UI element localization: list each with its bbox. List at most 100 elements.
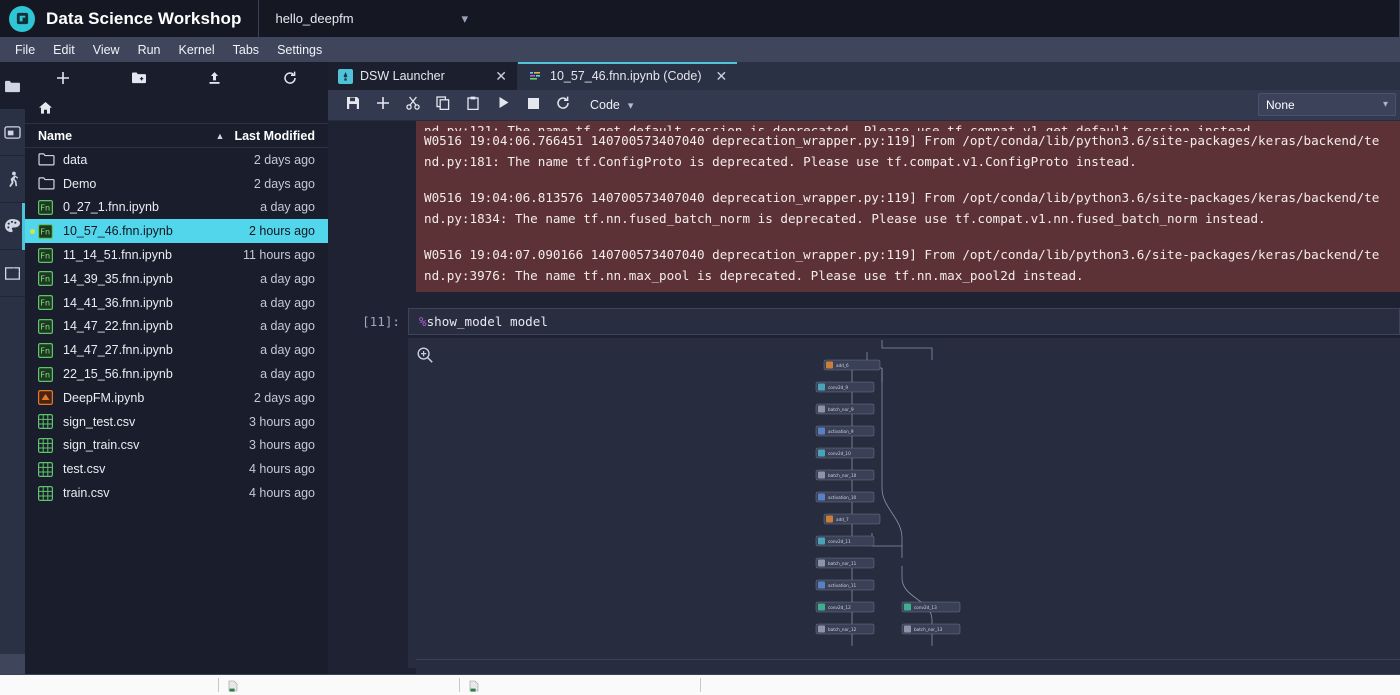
file-type-icon [38, 176, 55, 191]
warning-output-block: W0516 19:04:06.813576 140700573407040 de… [416, 178, 1400, 235]
svg-text:Fn: Fn [40, 346, 50, 355]
file-list-item[interactable]: Fn 11_14_51.fnn.ipynb 11 hours ago [25, 243, 328, 267]
file-name: 14_41_36.fnn.ipynb [63, 295, 173, 310]
file-list-item[interactable]: Demo 2 days ago [25, 172, 328, 196]
menu-item-file[interactable]: File [6, 40, 44, 60]
file-list-item[interactable]: Fn 10_57_46.fnn.ipynb 2 hours ago [25, 219, 328, 244]
copy-cell-button[interactable] [428, 90, 458, 121]
svg-text:Fn: Fn [40, 251, 50, 260]
main-area: DSW Launcher ✕ 10_57_46.fnn.ipynb (Code)… [328, 62, 1400, 675]
save-button[interactable] [338, 90, 368, 121]
restart-kernel-button[interactable] [548, 90, 578, 121]
file-list-item[interactable]: sign_test.csv 3 hours ago [25, 410, 328, 434]
file-list-item[interactable]: Fn 14_39_35.fnn.ipynb a day ago [25, 267, 328, 291]
warning-output-block: nd.py:121: The name tf.get_default_sessi… [416, 121, 1400, 178]
warning-line: nd.py:181: The name tf.ConfigProto is de… [424, 153, 1137, 169]
column-header-name[interactable]: Name [25, 129, 216, 143]
paste-cell-button[interactable] [458, 90, 488, 121]
upload-button[interactable] [177, 62, 253, 98]
svg-text:batch_nor_12: batch_nor_12 [828, 627, 857, 632]
close-icon[interactable]: ✕ [716, 68, 728, 85]
svg-text:Fn: Fn [40, 203, 50, 212]
new-folder-button[interactable] [101, 62, 177, 98]
chevron-down-icon[interactable]: ▾ [628, 99, 634, 112]
tab-notebook[interactable]: 10_57_46.fnn.ipynb (Code) ✕ [518, 62, 739, 90]
notebook-scroll-area[interactable]: nd.py:121: The name tf.get_default_sessi… [328, 121, 1400, 675]
column-header-last-modified[interactable]: Last Modified [234, 129, 328, 143]
warning-line-clipped: nd.py:121: The name tf.get_default_sessi… [424, 123, 1259, 131]
menu-item-tabs[interactable]: Tabs [224, 40, 268, 60]
menu-item-settings[interactable]: Settings [268, 40, 331, 60]
new-launcher-button[interactable] [25, 62, 101, 98]
file-list-item[interactable]: Fn 14_41_36.fnn.ipynb a day ago [25, 291, 328, 315]
taskbar-item-1[interactable] [219, 675, 247, 695]
kernel-status-label: None [1266, 97, 1295, 112]
file-list-item[interactable]: DeepFM.ipynb 2 days ago [25, 386, 328, 410]
tab-dsw-launcher[interactable]: DSW Launcher ✕ [328, 62, 518, 90]
rail-item-file-browser-top[interactable] [0, 62, 25, 109]
file-type-icon: Fn [38, 271, 55, 287]
close-icon[interactable]: ✕ [495, 68, 507, 85]
file-type-icon: Fn [38, 247, 55, 263]
svg-text:activation_10: activation_10 [828, 495, 856, 500]
plus-icon [376, 96, 390, 115]
file-name: DeepFM.ipynb [63, 390, 145, 405]
tab-label: DSW Launcher [360, 69, 445, 83]
rail-item-open-tabs[interactable] [0, 250, 25, 297]
rail-item-running-kernels[interactable] [0, 156, 25, 203]
cut-cell-button[interactable] [398, 90, 428, 121]
run-cell-button[interactable] [488, 90, 518, 121]
file-list-item[interactable]: train.csv 4 hours ago [25, 481, 328, 505]
file-modified: 4 hours ago [248, 486, 315, 501]
insert-cell-button[interactable] [368, 90, 398, 121]
running-person-icon [6, 171, 20, 188]
file-type-icon: Fn [38, 199, 55, 215]
menu-item-view[interactable]: View [84, 40, 129, 60]
refresh-button[interactable] [252, 62, 328, 98]
file-list-item[interactable]: Fn 22_15_56.fnn.ipynb a day ago [25, 362, 328, 386]
breadcrumb[interactable] [25, 98, 328, 123]
interrupt-kernel-button[interactable] [518, 90, 548, 121]
file-name: 0_27_1.fnn.ipynb [63, 200, 159, 215]
file-list-item[interactable]: Fn 14_47_27.fnn.ipynb a day ago [25, 338, 328, 362]
menu-item-run[interactable]: Run [129, 40, 170, 60]
menu-item-kernel[interactable]: Kernel [170, 40, 224, 60]
cell-prompt: [11]: [362, 314, 400, 329]
file-list-item[interactable]: Fn 14_47_22.fnn.ipynb a day ago [25, 315, 328, 339]
taskbar-item-2[interactable] [460, 675, 488, 695]
file-list-item[interactable]: data 2 days ago [25, 148, 328, 172]
magic-token: % [419, 314, 427, 329]
palette-icon [4, 218, 21, 234]
notebook-icon [528, 69, 543, 84]
dsw-window: Data Science Workshop hello_deepfm ▾ Fil… [0, 0, 1400, 695]
file-list-item[interactable]: test.csv 4 hours ago [25, 457, 328, 481]
notebook-toolbar: Code ▾ None ▾ [328, 90, 1400, 121]
rail-item-file-browser[interactable] [0, 109, 25, 156]
rail-item-palette[interactable] [0, 203, 25, 250]
chevron-down-icon: ▾ [1382, 99, 1388, 110]
app-title: Data Science Workshop [46, 8, 242, 28]
file-name: 14_39_35.fnn.ipynb [63, 271, 173, 286]
file-name: data [63, 152, 88, 167]
home-icon [38, 101, 53, 120]
file-list: data 2 days ago Demo 2 days ago Fn 0_27_1.fnn… [25, 148, 328, 505]
warning-line: W0516 19:04:06.766451 140700573407040 de… [424, 133, 1380, 148]
cell-type-value[interactable]: Code [590, 98, 620, 112]
file-type-icon [38, 390, 55, 406]
menu-item-edit[interactable]: Edit [44, 40, 84, 60]
sort-ascending-icon[interactable]: ▲ [216, 131, 225, 141]
chevron-down-icon[interactable]: ▾ [461, 11, 468, 27]
cell-output-image[interactable]: add_6 conv2d_9 batch_nor_9 activation_9 [408, 338, 1400, 668]
file-type-icon: Fn [38, 295, 55, 311]
cell-editor[interactable]: %show_model model [408, 308, 1400, 335]
file-modified: 4 hours ago [248, 462, 315, 477]
file-list-item[interactable]: Fn 0_27_1.fnn.ipynb a day ago [25, 196, 328, 220]
session-name[interactable]: hello_deepfm [259, 11, 459, 26]
kernel-status-select[interactable]: None ▾ [1258, 93, 1396, 116]
tab-bar: DSW Launcher ✕ 10_57_46.fnn.ipynb (Code)… [328, 62, 1400, 90]
file-list-item[interactable]: sign_train.csv 3 hours ago [25, 434, 328, 458]
launcher-icon [338, 68, 353, 84]
svg-text:batch_nor_9: batch_nor_9 [828, 407, 854, 412]
cell-output-row: add_6 conv2d_9 batch_nor_9 activation_9 [328, 338, 1400, 668]
warning-line: W0516 19:04:06.813576 140700573407040 de… [424, 190, 1380, 205]
